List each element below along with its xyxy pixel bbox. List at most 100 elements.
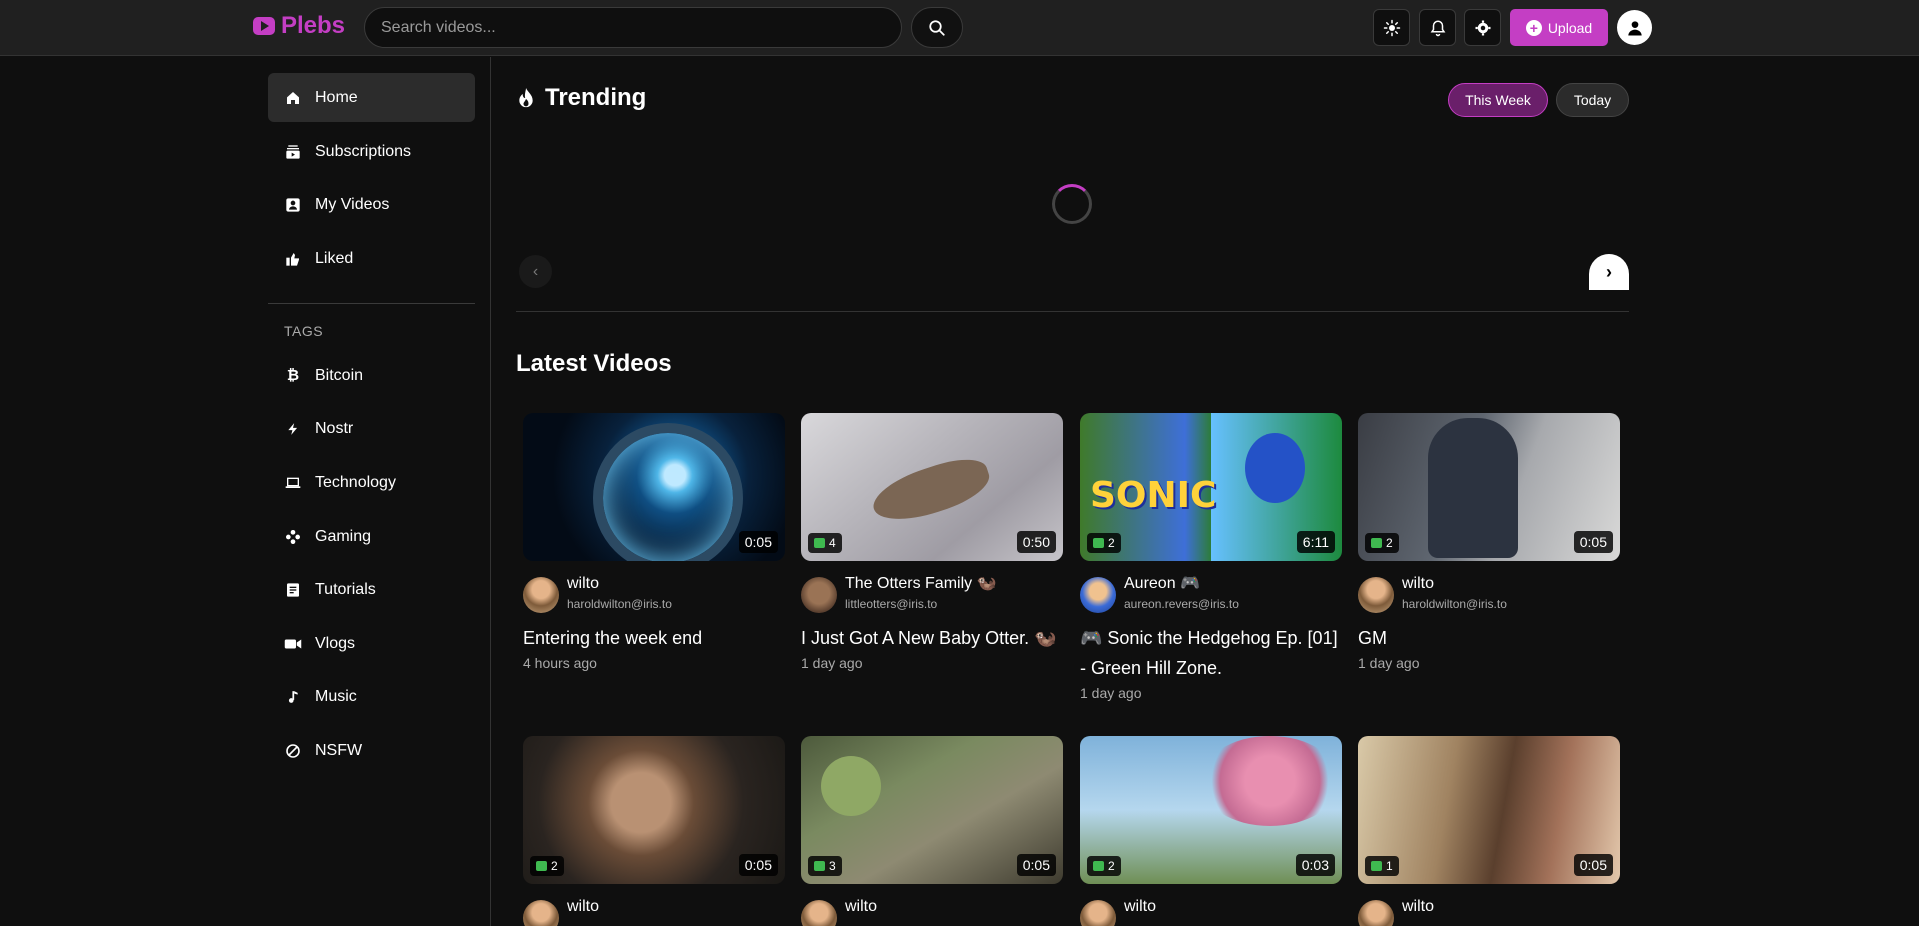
channel-avatar[interactable] [523, 900, 559, 926]
duration-badge: 0:50 [1016, 531, 1056, 553]
sidebar-tag-nsfw[interactable]: NSFW [268, 726, 475, 775]
video-thumbnail[interactable]: 2 6:11 [1080, 413, 1342, 561]
filter-this-week[interactable]: This Week [1448, 83, 1548, 117]
channel-name[interactable]: wilto [1124, 898, 1156, 916]
video-card[interactable]: 4 0:50 The Otters Family 🦦 littleotters@… [801, 413, 1063, 671]
video-title[interactable]: GM [1358, 623, 1620, 653]
sidebar-item-label: Music [315, 687, 357, 705]
filter-today[interactable]: Today [1556, 83, 1629, 117]
channel-name[interactable]: Aureon 🎮 [1124, 575, 1239, 593]
upload-button[interactable]: + Upload [1510, 9, 1608, 46]
search-button[interactable] [911, 7, 963, 48]
sidebar-tag-nostr[interactable]: Nostr [268, 404, 475, 453]
trending-title: Trending [545, 84, 647, 111]
like-count-badge: 3 [808, 856, 842, 876]
sidebar-item-home[interactable]: Home [268, 73, 475, 122]
video-thumbnail[interactable]: 2 0:05 [1358, 413, 1620, 561]
channel-handle: aureon.revers@iris.to [1124, 597, 1239, 611]
sidebar-item-label: Liked [315, 249, 354, 267]
video-card[interactable]: 3 0:05 wilto [801, 736, 1063, 926]
video-thumbnail[interactable]: 1 0:05 [1358, 736, 1620, 884]
thumbs-up-icon [814, 538, 825, 548]
home-icon [284, 89, 302, 107]
theme-toggle-button[interactable] [1373, 9, 1410, 46]
sidebar-tag-vlogs[interactable]: Vlogs [268, 619, 475, 668]
sidebar-tag-technology[interactable]: Technology [268, 458, 475, 507]
channel-handle: littleotters@iris.to [845, 597, 938, 611]
settings-button[interactable] [1464, 9, 1501, 46]
account-button[interactable] [1617, 10, 1652, 45]
video-card[interactable]: 2 0:05 wilto haroldwilton@iris.to GM 1 d… [1358, 413, 1620, 671]
channel-handle: haroldwilton@iris.to [1402, 597, 1507, 611]
sidebar-item-liked[interactable]: Liked [268, 234, 475, 283]
tags-heading: TAGS [284, 323, 324, 339]
notifications-button[interactable] [1419, 9, 1456, 46]
video-thumbnail[interactable]: 2 0:05 [523, 736, 785, 884]
top-bar: Plebs + Upload [0, 0, 1919, 56]
video-thumbnail[interactable]: 4 0:50 [801, 413, 1063, 561]
video-title[interactable]: I Just Got A New Baby Otter. 🦦 [801, 623, 1063, 653]
video-title[interactable]: 🎮 Sonic the Hedgehog Ep. [01] - Green Hi… [1080, 623, 1342, 683]
channel-avatar[interactable] [1358, 900, 1394, 926]
prohibited-icon [284, 742, 302, 760]
like-count-badge: 2 [1365, 533, 1399, 553]
search-input[interactable] [364, 7, 902, 48]
video-card[interactable]: 0:05 wilto haroldwilton@iris.to Entering… [523, 413, 785, 671]
video-thumbnail[interactable]: 3 0:05 [801, 736, 1063, 884]
sidebar-item-label: Subscriptions [315, 142, 412, 160]
sidebar-item-label: Gaming [315, 527, 372, 545]
video-timestamp: 1 day ago [1358, 655, 1420, 671]
thumbs-up-icon [814, 861, 825, 871]
sidebar-tag-gaming[interactable]: Gaming [268, 512, 475, 561]
trending-heading: Trending [516, 84, 646, 112]
thumbs-up-icon [284, 250, 302, 268]
duration-badge: 0:03 [1295, 854, 1335, 876]
channel-name[interactable]: wilto [1402, 575, 1507, 593]
sidebar-item-label: Bitcoin [315, 366, 364, 384]
sidebar-tag-music[interactable]: Music [268, 672, 475, 721]
laptop-icon [284, 474, 302, 492]
video-card[interactable]: 1 0:05 wilto [1358, 736, 1620, 926]
channel-name[interactable]: wilto [567, 575, 672, 593]
video-card[interactable]: 2 0:05 wilto [523, 736, 785, 926]
thumbs-up-icon [536, 861, 547, 871]
sidebar-tag-bitcoin[interactable]: ₿ Bitcoin [268, 351, 475, 400]
sidebar-item-subscriptions[interactable]: Subscriptions [268, 127, 475, 176]
latest-videos-heading: Latest Videos [516, 350, 672, 377]
logo[interactable]: Plebs [253, 12, 345, 40]
carousel-next-button[interactable]: › [1589, 254, 1629, 290]
sidebar-tag-tutorials[interactable]: Tutorials [268, 565, 475, 614]
gear-icon [1475, 20, 1490, 35]
channel-name[interactable]: wilto [845, 898, 877, 916]
channel-avatar[interactable] [801, 577, 837, 613]
video-card[interactable]: 2 6:11 Aureon 🎮 aureon.revers@iris.to 🎮 … [1080, 413, 1342, 701]
upload-label: Upload [1547, 19, 1593, 36]
sidebar-item-my-videos[interactable]: My Videos [268, 180, 475, 229]
channel-name[interactable]: wilto [567, 898, 599, 916]
duration-badge: 0:05 [738, 854, 778, 876]
channel-avatar[interactable] [1358, 577, 1394, 613]
sidebar-item-label: Nostr [315, 419, 354, 437]
sidebar-item-label: My Videos [315, 195, 390, 213]
channel-name[interactable]: wilto [1402, 898, 1434, 916]
thumbs-up-icon [1371, 861, 1382, 871]
channel-avatar[interactable] [1080, 577, 1116, 613]
sidebar-item-label: Technology [315, 473, 396, 491]
chevron-left-icon: ‹ [532, 262, 539, 280]
chevron-right-icon: › [1606, 261, 1612, 282]
video-card[interactable]: 2 0:03 wilto [1080, 736, 1342, 926]
video-thumbnail[interactable]: 0:05 [523, 413, 785, 561]
channel-avatar[interactable] [1080, 900, 1116, 926]
video-title[interactable]: Entering the week end [523, 623, 785, 653]
video-thumbnail[interactable]: 2 0:03 [1080, 736, 1342, 884]
sun-icon [1383, 19, 1400, 36]
channel-avatar[interactable] [523, 577, 559, 613]
fire-icon [519, 88, 533, 108]
sidebar-item-label: Vlogs [315, 634, 356, 652]
video-timestamp: 1 day ago [1080, 685, 1142, 701]
channel-avatar[interactable] [801, 900, 837, 926]
channel-name[interactable]: The Otters Family 🦦 [845, 575, 997, 593]
carousel-prev-button[interactable]: ‹ [519, 255, 552, 288]
bitcoin-icon: ₿ [286, 367, 300, 384]
app-name: Plebs [281, 12, 346, 39]
